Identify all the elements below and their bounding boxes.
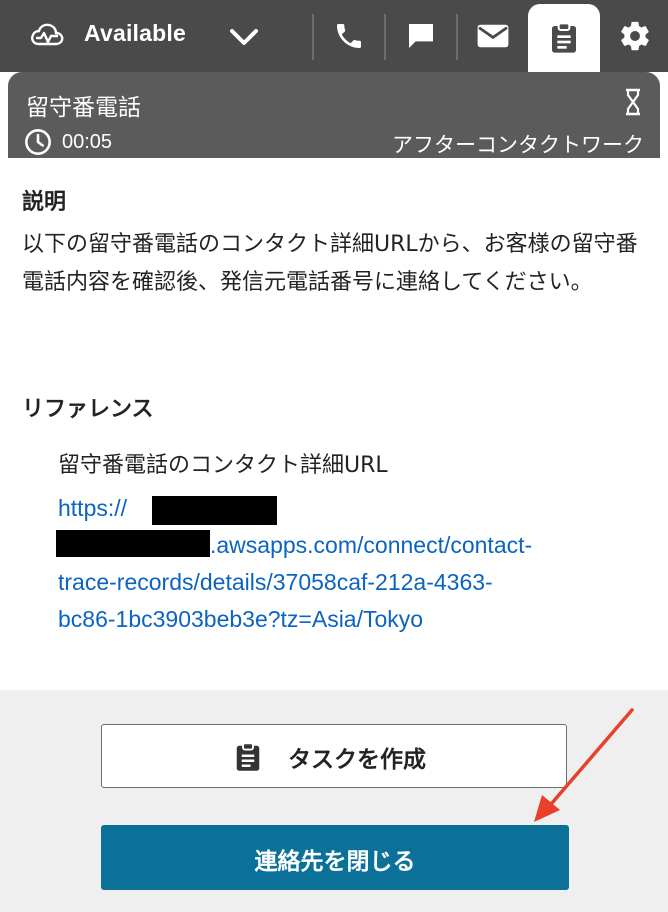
close-contact-button[interactable]: 連絡先を閉じる xyxy=(101,825,569,890)
toolbar-divider xyxy=(456,14,458,60)
clipboard-icon xyxy=(236,742,260,771)
task-clipboard-icon xyxy=(552,22,576,53)
toolbar-divider xyxy=(384,14,386,60)
description-heading: 説明 xyxy=(22,190,67,215)
references-heading: リファレンス xyxy=(22,397,154,422)
phone-icon xyxy=(337,24,361,48)
chevron-down-icon xyxy=(230,29,258,45)
toolbar-divider xyxy=(312,14,314,60)
contact-title: 留守番電話 xyxy=(26,95,141,121)
redaction-block xyxy=(56,530,210,557)
top-toolbar: Available xyxy=(0,0,668,72)
agent-status-dropdown[interactable]: Available xyxy=(0,0,300,72)
clock-icon xyxy=(25,129,51,155)
create-task-label: タスクを作成 xyxy=(288,747,426,773)
url-line: trace-records/details/37058caf-212a-4363… xyxy=(58,569,493,595)
mail-icon xyxy=(477,24,509,48)
contact-detail-url-link[interactable]: https:// .awsapps.com/connect/contact- t… xyxy=(58,490,618,638)
contact-header[interactable]: 留守番電話 00:05 アフターコンタクトワーク xyxy=(8,72,660,158)
close-contact-label: 連絡先を閉じる xyxy=(254,849,416,875)
hourglass-icon xyxy=(626,88,640,116)
description-text: 以下の留守番電話のコンタクト詳細URLから、お客様の留守番電話内容を確認後、発信… xyxy=(22,232,638,295)
create-task-button[interactable]: タスクを作成 xyxy=(101,724,567,788)
url-line: bc86-1bc3903beb3e?tz=Asia/Tokyo xyxy=(58,606,424,632)
agent-status-icon xyxy=(31,23,64,46)
contact-state-label: アフターコンタクトワーク xyxy=(392,133,644,157)
chat-button[interactable] xyxy=(388,0,454,72)
redaction-block xyxy=(152,496,277,525)
agent-status-label: Available xyxy=(84,20,186,46)
chat-icon xyxy=(409,24,433,48)
url-line: https:// xyxy=(58,495,128,521)
reference-label: 留守番電話のコンタクト詳細URL xyxy=(58,453,388,478)
phone-button[interactable] xyxy=(316,0,382,72)
settings-button[interactable] xyxy=(602,0,668,72)
gear-icon xyxy=(621,21,649,51)
task-tab-button[interactable] xyxy=(528,4,600,72)
contact-timer: 00:05 xyxy=(62,131,113,153)
mail-button[interactable] xyxy=(460,0,526,72)
annotation-arrow-icon xyxy=(534,708,634,822)
